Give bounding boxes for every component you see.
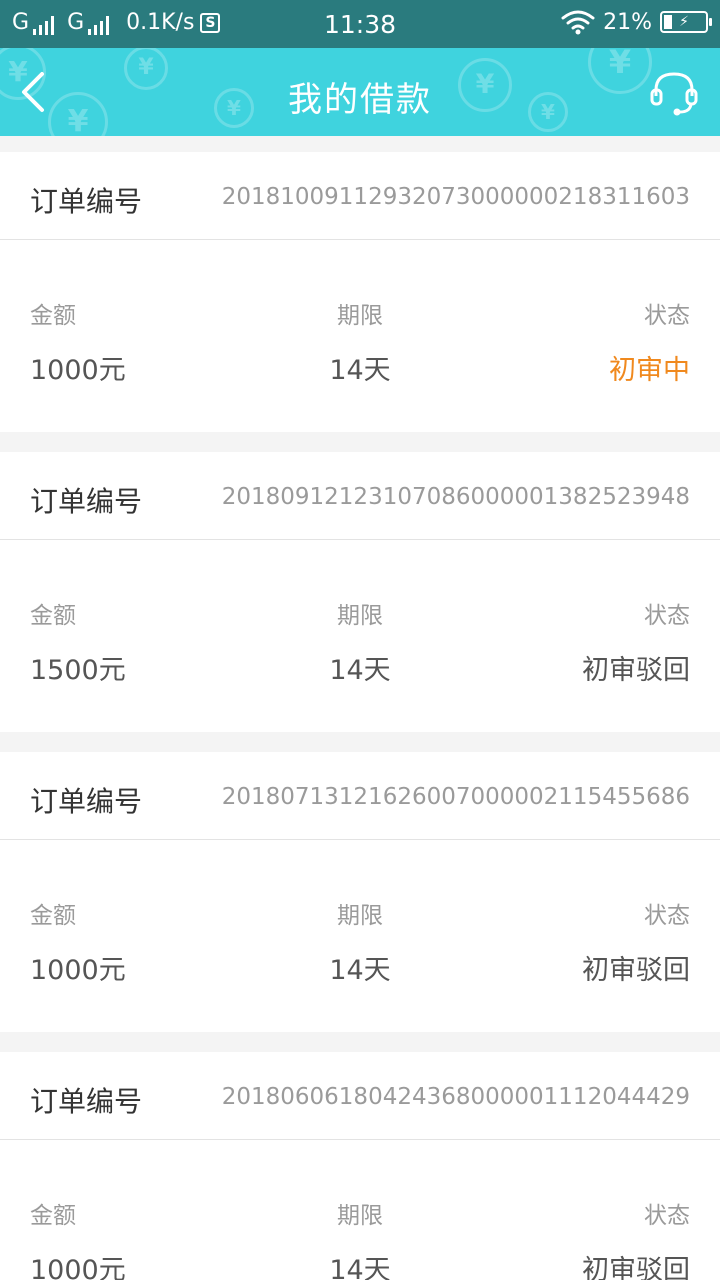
charging-bolt-icon: ⚡ (679, 14, 689, 30)
battery-icon: ⚡ (660, 11, 712, 33)
loan-card[interactable]: 订单编号 20180912123107086000001382523948 金额… (0, 452, 720, 732)
status-label: 状态 (644, 903, 690, 929)
order-header: 订单编号 20180713121626007000002115455686 (0, 752, 720, 840)
status-right: 21% ⚡ (561, 9, 712, 35)
status-value: 初审驳回 (582, 655, 690, 686)
status-label: 状态 (644, 603, 690, 629)
status-value: 初审驳回 (582, 1255, 690, 1280)
customer-service-button[interactable] (648, 66, 700, 118)
order-number-value: 20180912123107086000001382523948 (221, 484, 690, 510)
status-label: 状态 (644, 1203, 690, 1229)
order-number-label: 订单编号 (30, 1085, 143, 1118)
loan-card[interactable]: 订单编号 20180713121626007000002115455686 金额… (0, 752, 720, 1032)
order-number-label: 订单编号 (30, 185, 143, 218)
status-value: 初审中 (609, 355, 690, 386)
status-label: 状态 (644, 303, 690, 329)
status-value: 初审驳回 (582, 955, 690, 986)
wifi-icon (561, 10, 595, 35)
order-number-value: 20180713121626007000002115455686 (221, 784, 690, 810)
page-title: 我的借款 (288, 80, 432, 120)
order-number-value: 20180606180424368000001112044429 (221, 1084, 690, 1110)
order-header: 订单编号 20180912123107086000001382523948 (0, 452, 720, 540)
term-label: 期限 (337, 603, 383, 629)
order-number-label: 订单编号 (30, 485, 143, 518)
app-header: ¥ ¥ ¥ ¥ ¥ ¥ ¥ 我的借款 (0, 48, 720, 136)
order-number-value: 20181009112932073000000218311603 (221, 184, 690, 210)
order-header: 订单编号 20181009112932073000000218311603 (0, 152, 720, 240)
term-label: 期限 (337, 303, 383, 329)
loan-card[interactable]: 订单编号 20181009112932073000000218311603 金额… (0, 152, 720, 432)
term-label: 期限 (337, 1203, 383, 1229)
term-label: 期限 (337, 903, 383, 929)
loan-card[interactable]: 订单编号 20180606180424368000001112044429 金额… (0, 1052, 720, 1280)
order-header: 订单编号 20180606180424368000001112044429 (0, 1052, 720, 1140)
battery-percent: 21% (603, 9, 652, 35)
order-number-label: 订单编号 (30, 785, 143, 818)
status-bar: G G 0.1K/s S 11:38 21% ⚡ (0, 0, 720, 48)
